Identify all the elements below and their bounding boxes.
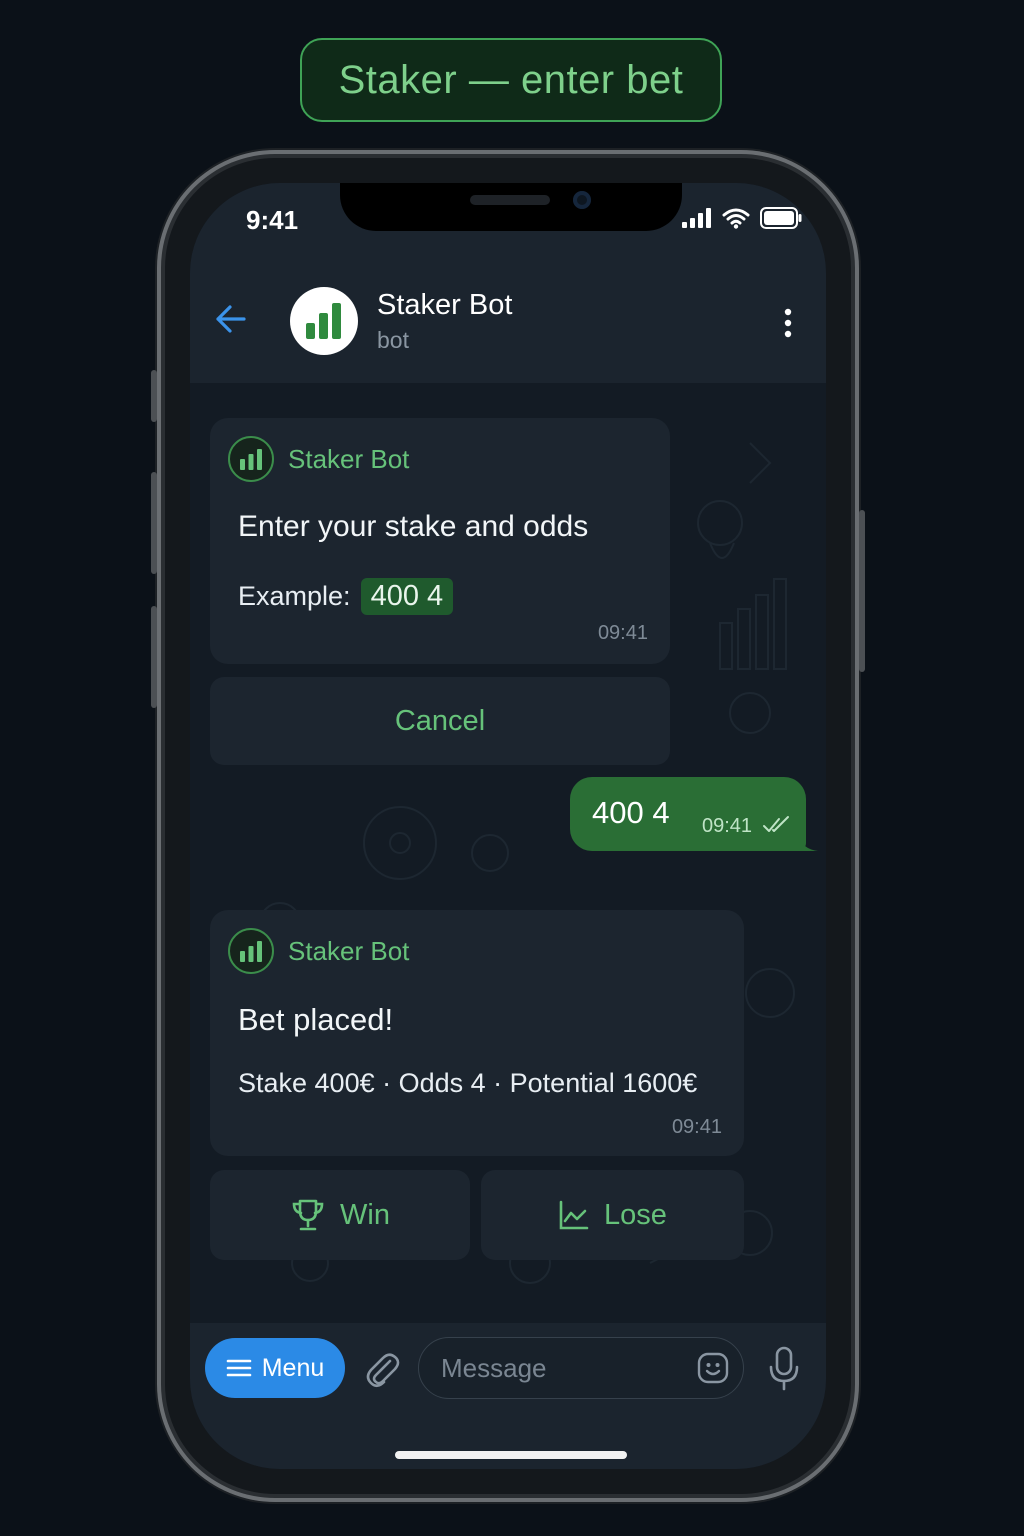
paperclip-icon[interactable] — [362, 1347, 402, 1391]
cancel-button[interactable]: Cancel — [210, 677, 670, 765]
status-time: 9:41 — [246, 205, 299, 235]
bet-details: Stake 400€ · Odds 4 · Potential 1600€ — [238, 1068, 697, 1099]
bot-message-confirmation: Staker Bot Bet placed! Stake 400€ · Odds… — [210, 910, 744, 1156]
example-value[interactable]: 400 4 — [360, 578, 454, 615]
signal-icon — [682, 208, 711, 228]
volume-down-button — [151, 606, 157, 708]
user-message-text: 400 4 — [592, 795, 670, 830]
bot-subtitle: bot — [377, 327, 409, 353]
win-button[interactable]: Win — [210, 1170, 470, 1260]
trophy-icon — [292, 1199, 324, 1231]
line-chart-icon — [559, 1200, 589, 1230]
example-line: Example: 400 4 — [238, 578, 454, 615]
bar-chart-icon — [240, 941, 262, 962]
bubble-tail — [798, 835, 818, 851]
user-message-time: 09:41 — [702, 815, 753, 837]
win-label: Win — [340, 1198, 390, 1231]
home-indicator[interactable] — [395, 1451, 627, 1459]
bet-details-text: Stake 400€ · Odds 4 · Potential 1600€ — [238, 1068, 698, 1098]
bet-placed-title: Bet placed! — [238, 1002, 394, 1037]
mute-switch — [151, 370, 157, 422]
hamburger-icon — [226, 1359, 252, 1377]
message-placeholder: Message — [441, 1352, 547, 1383]
sender-avatar — [228, 928, 274, 974]
lose-button[interactable]: Lose — [481, 1170, 744, 1260]
wifi-icon — [722, 208, 750, 229]
sender-row: Staker Bot — [228, 928, 409, 974]
more-options-icon[interactable] — [776, 305, 800, 341]
sender-name: Staker Bot — [288, 443, 410, 474]
example-label: Example: — [238, 581, 351, 611]
menu-button[interactable]: Menu — [205, 1338, 345, 1398]
user-message: 400 4 09:41 — [570, 777, 818, 851]
sender-name: Staker Bot — [288, 935, 410, 966]
sender-row: Staker Bot — [228, 436, 409, 482]
power-button — [859, 510, 865, 672]
sender-avatar — [228, 436, 274, 482]
input-bar: Menu Message — [190, 1323, 826, 1469]
status-bar: 9:41 — [190, 183, 826, 269]
emoji-icon[interactable] — [697, 1352, 729, 1384]
volume-up-button — [151, 472, 157, 574]
bar-chart-icon — [306, 303, 341, 339]
battery-icon — [760, 207, 802, 229]
message-time: 09:41 — [671, 1116, 722, 1138]
bot-name[interactable]: Staker Bot — [377, 289, 512, 322]
lose-label: Lose — [604, 1198, 667, 1231]
bar-chart-icon — [240, 449, 262, 470]
cancel-label: Cancel — [394, 704, 486, 737]
menu-label: Menu — [261, 1353, 325, 1382]
back-arrow-icon[interactable] — [210, 299, 250, 339]
double-check-icon — [763, 816, 789, 832]
status-icons — [682, 207, 802, 229]
caption-label: Staker — enter bet — [300, 38, 722, 122]
bot-message-prompt: Staker Bot Enter your stake and odds Exa… — [210, 418, 670, 664]
notch — [340, 183, 682, 231]
bot-avatar[interactable] — [290, 287, 358, 355]
front-camera — [573, 191, 591, 209]
message-text: Enter your stake and odds — [238, 510, 589, 543]
phone-frame: 9:41 Staker Bot bot Staker Bot Enter you… — [151, 150, 865, 1502]
message-time: 09:41 — [597, 622, 648, 644]
chat-header: Staker Bot bot — [190, 269, 826, 384]
phone-screen: 9:41 Staker Bot bot Staker Bot Enter you… — [190, 183, 826, 1469]
microphone-icon[interactable] — [766, 1345, 802, 1393]
message-input[interactable]: Message — [418, 1337, 744, 1399]
speaker-grille — [470, 195, 550, 205]
